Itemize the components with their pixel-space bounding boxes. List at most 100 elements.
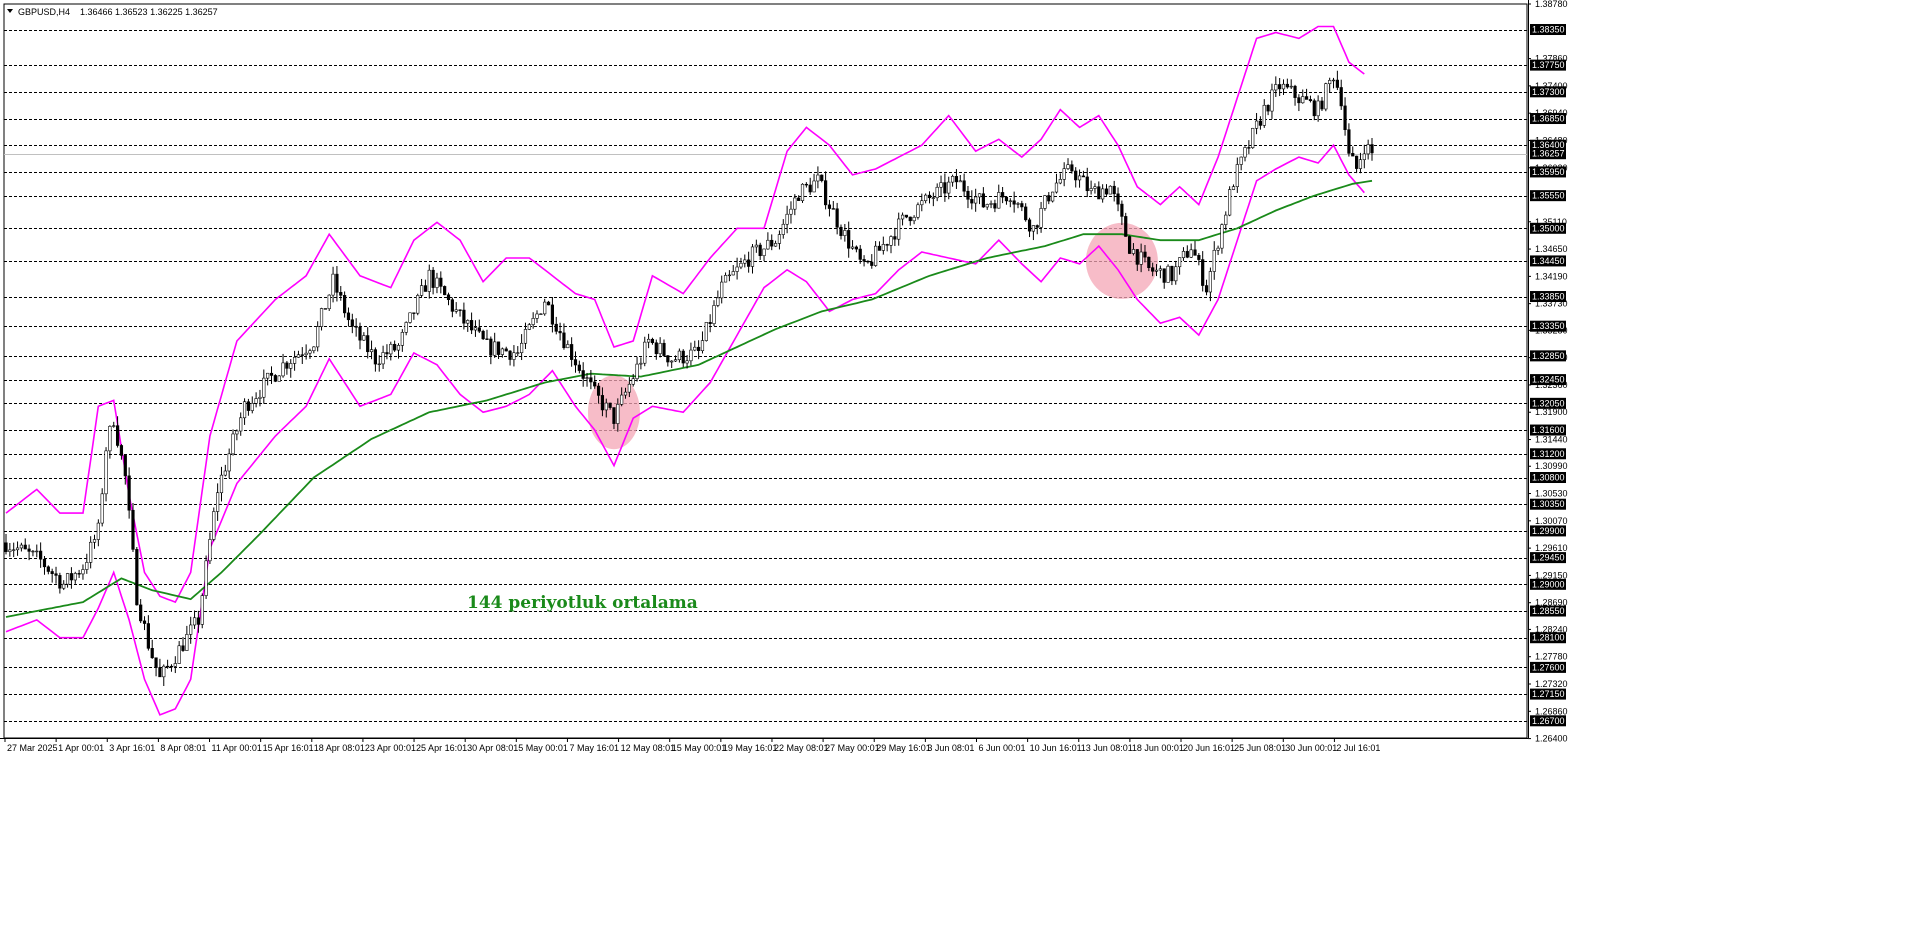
candle-body-233 [900, 214, 905, 220]
candle-body-234 [904, 214, 909, 218]
candle-body-340 [1312, 100, 1316, 117]
candle-body-272 [1051, 191, 1055, 202]
candle-body-282 [1089, 188, 1093, 192]
candle-body-103 [400, 332, 404, 346]
candle-body-65 [254, 398, 258, 404]
candle-body-45 [177, 645, 181, 664]
candle-body-347 [1339, 87, 1343, 107]
candle-body-140 [543, 301, 547, 315]
candle-body-283 [1093, 186, 1097, 189]
x-tick-label-23: 20 Jun 16:01 [1183, 743, 1235, 753]
candle-body-83 [323, 308, 327, 310]
x-tick-label-20: 10 Jun 16:01 [1030, 743, 1082, 753]
candle-body-320 [1235, 164, 1239, 187]
candle-body-11 [46, 566, 50, 572]
candle-body-237 [916, 204, 920, 218]
x-tick-label-7: 23 Apr 00:01 [365, 743, 416, 753]
candle-34 [135, 547, 139, 606]
candle-body-249 [962, 180, 966, 192]
candle-body-244 [943, 182, 947, 194]
candle-body-96 [373, 349, 377, 365]
candle-body-224 [866, 260, 870, 263]
candle-105 [408, 312, 412, 324]
candle-body-119 [462, 309, 466, 324]
candle-body-93 [362, 335, 366, 341]
candle-body-70 [273, 375, 277, 382]
candle-body-105 [408, 312, 412, 323]
candle-body-262 [1012, 200, 1016, 205]
candle-body-118 [458, 309, 462, 311]
candle-body-178 [689, 349, 693, 362]
level-price-label-12: 1.32450 [1532, 375, 1565, 385]
candle-body-258 [997, 192, 1001, 209]
x-tick-label-6: 18 Apr 08:01 [314, 743, 365, 753]
candle-body-317 [1224, 214, 1228, 225]
candle-body-32 [127, 475, 131, 511]
candle-body-325 [1254, 120, 1259, 129]
candle-body-146 [566, 344, 570, 349]
candle-body-13 [54, 573, 58, 576]
level-price-label-11: 1.32850 [1532, 351, 1565, 361]
candle-body-152 [589, 377, 593, 383]
level-price-label-7: 1.35000 [1532, 223, 1565, 233]
candle-body-124 [481, 330, 485, 340]
candle-body-31 [123, 455, 127, 477]
candle-body-94 [366, 335, 370, 353]
candle-body-97 [377, 363, 381, 366]
candle-body-99 [385, 352, 389, 355]
candle-body-24 [96, 522, 100, 540]
candle-body-4 [19, 544, 23, 549]
candle-51 [200, 593, 204, 629]
candle-body-120 [466, 320, 470, 324]
candle-body-327 [1262, 104, 1266, 126]
candle-body-250 [966, 190, 970, 200]
level-price-label-16: 1.30800 [1532, 473, 1565, 483]
candle-body-19 [77, 573, 81, 575]
candle-body-51 [200, 595, 204, 625]
candle-body-343 [1324, 83, 1328, 110]
x-tick-label-0: 27 Mar 2025 [7, 743, 58, 753]
candle-body-131 [508, 350, 512, 360]
x-tick-label-11: 7 May 16:01 [569, 743, 619, 753]
candle-26 [104, 447, 108, 502]
candle-body-3 [15, 547, 20, 551]
x-tick-label-8: 25 Apr 16:01 [416, 743, 467, 753]
price-chart[interactable]: 144 periyotluk ortalama 1.387801.378601.… [0, 0, 1920, 927]
level-price-label-24: 1.27150 [1532, 689, 1565, 699]
candle-body-64 [250, 402, 254, 411]
candle-body-184 [712, 305, 716, 324]
candle-body-306 [1181, 251, 1186, 258]
candle-body-296 [1143, 251, 1147, 258]
candle-body-112 [435, 277, 439, 288]
candle-body-214 [827, 204, 832, 209]
candle-body-337 [1301, 96, 1305, 104]
candle-body-182 [704, 322, 708, 341]
candle-body-161 [623, 391, 628, 396]
candle-body-218 [843, 230, 847, 236]
candle-body-245 [947, 181, 951, 194]
y-tick-label-23: 1.27320 [1535, 679, 1568, 689]
candle-body-1 [8, 549, 12, 552]
candle-324 [1251, 127, 1255, 149]
candle-body-44 [173, 663, 177, 667]
candle-302 [1166, 264, 1170, 283]
candle-body-12 [50, 571, 54, 575]
candle-body-185 [716, 297, 720, 306]
candle-body-62 [242, 401, 247, 419]
candle-body-41 [162, 665, 166, 678]
candle-body-116 [450, 299, 454, 312]
candle-body-228 [881, 244, 885, 251]
candle-body-206 [797, 197, 801, 201]
candle-body-194 [750, 246, 755, 267]
x-tick-label-17: 29 May 16:01 [876, 743, 931, 753]
candle-body-354 [1366, 144, 1370, 155]
candle-body-40 [158, 667, 162, 678]
candle-body-322 [1243, 147, 1247, 158]
candle-body-241 [931, 197, 935, 199]
candle-body-6 [27, 548, 31, 552]
candle-body-133 [516, 352, 520, 354]
candle-71 [277, 375, 281, 382]
candle-body-114 [443, 286, 447, 296]
level-price-label-8: 1.34450 [1532, 256, 1565, 266]
candle-body-108 [419, 285, 424, 296]
